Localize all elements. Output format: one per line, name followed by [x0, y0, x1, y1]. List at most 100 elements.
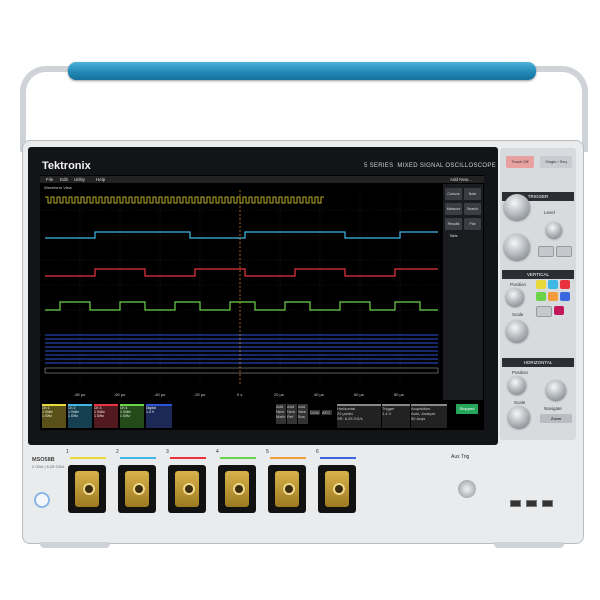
probe-color-3	[170, 457, 206, 459]
zoom-button[interactable]: Zoom	[540, 414, 572, 423]
horizontal-sr: SR: 6.25 GS/s	[337, 416, 363, 421]
acq-count: 50 Acqs	[411, 416, 426, 421]
probe-input-6[interactable]	[318, 465, 356, 513]
probe-input-2[interactable]	[118, 465, 156, 513]
ch1-badge[interactable]: Ch 1 1 V/div 1 GHz	[42, 404, 66, 428]
ch3-button[interactable]	[560, 280, 570, 289]
vertical-position-knob[interactable]	[506, 288, 524, 306]
ch5-button[interactable]	[548, 292, 558, 301]
time-tick: 80 µs	[394, 392, 404, 397]
horizontal-section-header: HORIZONTAL	[502, 358, 574, 367]
time-tick: -20 µs	[194, 392, 206, 397]
acquisition-settings-badge[interactable]: Acquisition Auto, Analyze 50 Acqs	[411, 404, 447, 428]
front-control-panel: Touch Off Single / Seq TRIGGER Level VER…	[500, 148, 576, 440]
ch3-badge-line3: 1 GHz	[94, 414, 104, 418]
touch-off-button[interactable]: Touch Off	[506, 156, 534, 168]
trigger-mode-button[interactable]	[538, 246, 554, 257]
ch3-trace	[45, 268, 438, 277]
single-seq-button[interactable]: Single / Seq	[540, 156, 572, 168]
ref-button[interactable]	[554, 306, 564, 315]
navigate-knob[interactable]	[546, 380, 566, 400]
probe-number-1: 1	[66, 449, 69, 455]
model-label: MSO58B	[32, 457, 55, 463]
ch1-badge-line3: 1 GHz	[42, 414, 52, 418]
screen-side-panel: Cursors Note Measure Search Results Tabl…	[443, 184, 483, 400]
foot-left	[40, 542, 110, 548]
cursors-button[interactable]: Cursors	[445, 188, 462, 200]
time-tick: -80 µs	[74, 392, 86, 397]
menu-help[interactable]: Help	[96, 177, 105, 182]
probe-input-4[interactable]	[218, 465, 256, 513]
aux-trig-connector[interactable]	[458, 480, 476, 498]
ch2-badge[interactable]: Ch 2 1 V/div 1 GHz	[68, 404, 92, 428]
waveform-display[interactable]	[40, 190, 442, 390]
vertical-scale-label: Scale	[512, 312, 524, 317]
ch4-badge-line3: 1 GHz	[120, 414, 130, 418]
time-tick: 60 µs	[354, 392, 364, 397]
digital-badge-threshold: 1.4 V	[146, 410, 155, 414]
time-axis: -80 µs -60 µs -40 µs -20 µs 0 s 20 µs 40…	[40, 392, 442, 398]
ch4-button[interactable]	[536, 292, 546, 301]
results-table-button[interactable]: Results Table	[445, 218, 462, 238]
vertical-section-header: VERTICAL	[502, 270, 574, 279]
menu-file[interactable]: File	[46, 177, 53, 182]
search-button[interactable]: Search	[464, 203, 481, 215]
probe-color-5	[270, 457, 306, 459]
ch4-badge[interactable]: Ch 4 1 V/div 1 GHz	[120, 404, 144, 428]
afg-button[interactable]: AFG	[322, 410, 332, 415]
probe-color-1	[70, 457, 106, 459]
ch1-trace	[45, 196, 324, 204]
probe-color-6	[320, 457, 356, 459]
digital-traces	[45, 334, 438, 364]
vertical-scale-knob[interactable]	[506, 320, 528, 342]
ch2-button[interactable]	[548, 280, 558, 289]
ch1-button[interactable]	[536, 280, 546, 289]
add-ref-button[interactable]: Add New Ref	[287, 404, 297, 424]
ch6-button[interactable]	[560, 292, 570, 301]
menu-utility[interactable]: Utility	[74, 177, 85, 182]
horizontal-position-knob[interactable]	[508, 376, 526, 394]
add-new-tab[interactable]: Add New...	[450, 177, 472, 182]
time-tick: 20 µs	[274, 392, 284, 397]
ch3-badge[interactable]: Ch 3 1 V/div 1 GHz	[94, 404, 118, 428]
dvm-button[interactable]: DVM	[310, 410, 320, 415]
probe-input-3[interactable]	[168, 465, 206, 513]
usb-port-2[interactable]	[526, 500, 537, 507]
navigate-label: Navigate	[544, 406, 562, 411]
multipurpose-knob[interactable]	[504, 234, 530, 260]
usb-port-3[interactable]	[542, 500, 553, 507]
probe-input-1[interactable]	[68, 465, 106, 513]
probe-number-2: 2	[116, 449, 119, 455]
menu-edit[interactable]: Edit	[60, 177, 68, 182]
foot-right	[494, 542, 564, 548]
carry-handle	[68, 62, 536, 80]
horizontal-scale-label: Scale	[514, 400, 526, 405]
bottom-add-controls: Add New Math Add New Ref Add New Bus DVM…	[276, 404, 336, 426]
level-knob[interactable]	[546, 222, 562, 238]
digital-badge[interactable]: Digital 1.4 V	[146, 404, 172, 428]
ch2-badge-line3: 1 GHz	[68, 414, 78, 418]
trigger-level-knob[interactable]	[504, 194, 530, 220]
usb-port-1[interactable]	[510, 500, 521, 507]
probe-color-2	[120, 457, 156, 459]
time-tick: -40 µs	[154, 392, 166, 397]
horizontal-scale-knob[interactable]	[508, 406, 530, 428]
add-math-button[interactable]: Add New Math	[276, 404, 286, 424]
measure-button[interactable]: Measure	[445, 203, 462, 215]
plot-button[interactable]: Plot	[464, 218, 481, 230]
run-stop-status[interactable]: Stopped	[456, 404, 478, 414]
brand-logo: Tektronix	[42, 160, 91, 172]
time-tick: 0 s	[237, 392, 243, 397]
horizontal-settings-badge[interactable]: Horizontal 20 µs/div SR: 6.25 GS/s	[337, 404, 381, 428]
note-button[interactable]: Note	[464, 188, 481, 200]
model-spec: 2 GHz | 6.25 GS/s	[32, 464, 65, 469]
horizontal-position-label: Position	[512, 370, 529, 375]
vertical-position-label: Position	[510, 282, 527, 287]
level-label: Level	[544, 210, 555, 215]
power-button[interactable]	[34, 492, 50, 508]
probe-input-5[interactable]	[268, 465, 306, 513]
math-button[interactable]	[536, 306, 552, 317]
add-bus-button[interactable]: Add New Bus	[298, 404, 308, 424]
trigger-settings-badge[interactable]: Trigger 1.4 V	[382, 404, 410, 428]
trigger-holdoff-button[interactable]	[556, 246, 572, 257]
